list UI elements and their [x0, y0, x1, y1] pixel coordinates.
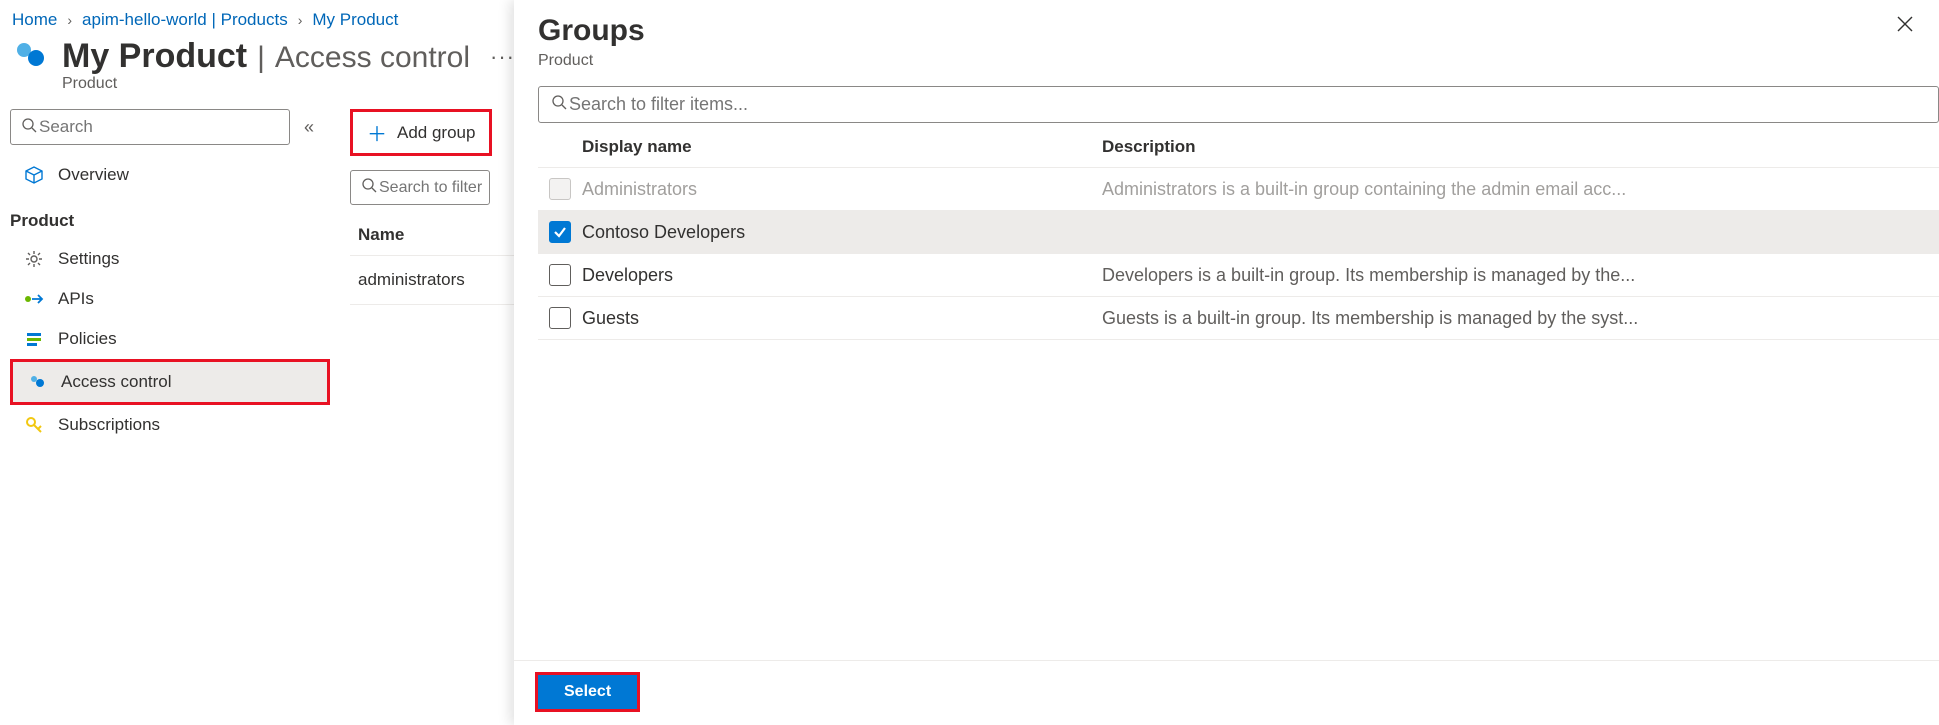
- page-title: My Product: [62, 37, 247, 76]
- nav-policies[interactable]: Policies: [10, 319, 330, 359]
- nav-label: Overview: [58, 165, 129, 185]
- panel-search[interactable]: [538, 86, 1939, 123]
- nav-label: APIs: [58, 289, 94, 309]
- chevron-right-icon: ›: [67, 12, 72, 28]
- nav-access-control[interactable]: Access control: [10, 359, 330, 405]
- nav-label: Subscriptions: [58, 415, 160, 435]
- plus-icon: ＋: [367, 118, 387, 147]
- breadcrumb-level2[interactable]: My Product: [312, 10, 398, 30]
- product-icon: [12, 36, 48, 77]
- group-description: Administrators is a built-in group conta…: [1102, 179, 1939, 200]
- key-icon: [24, 415, 44, 435]
- group-row-administrators: Administrators Administrators is a built…: [538, 168, 1939, 211]
- search-icon: [551, 94, 567, 115]
- nav-label: Settings: [58, 249, 119, 269]
- nav-settings[interactable]: Settings: [10, 239, 330, 279]
- group-description: Guests is a built-in group. Its membersh…: [1102, 308, 1939, 329]
- nav-subscriptions[interactable]: Subscriptions: [10, 405, 330, 445]
- content-filter-search[interactable]: [350, 170, 490, 205]
- nav-overview[interactable]: Overview: [10, 155, 330, 195]
- checkbox: [549, 178, 571, 200]
- group-row-guests[interactable]: Guests Guests is a built-in group. Its m…: [538, 297, 1939, 340]
- page-title-separator: |: [257, 41, 265, 75]
- content-filter-input[interactable]: [377, 178, 490, 198]
- arrow-right-icon: [24, 289, 44, 309]
- panel-subtitle: Product: [514, 52, 1939, 86]
- breadcrumb-level1[interactable]: apim-hello-world | Products: [82, 10, 288, 30]
- group-name: Guests: [582, 308, 1102, 329]
- add-group-label: Add group: [397, 123, 475, 143]
- panel-title: Groups: [538, 14, 645, 48]
- gear-icon: [24, 249, 44, 269]
- chevron-right-icon: ›: [298, 12, 303, 28]
- group-row-developers[interactable]: Developers Developers is a built-in grou…: [538, 254, 1939, 297]
- close-button[interactable]: [1895, 14, 1915, 39]
- group-name: Developers: [582, 265, 1102, 286]
- panel-footer: Select: [514, 660, 1939, 725]
- group-description: Developers is a built-in group. Its memb…: [1102, 265, 1939, 286]
- column-header-description[interactable]: Description: [1102, 137, 1939, 157]
- people-icon: [27, 372, 47, 392]
- nav-section-product: Product: [10, 195, 330, 239]
- nav-apis[interactable]: APIs: [10, 279, 330, 319]
- collapse-nav-button[interactable]: «: [304, 117, 314, 138]
- group-name: Contoso Developers: [582, 222, 1102, 243]
- checkbox[interactable]: [549, 307, 571, 329]
- groups-panel: Groups Product Display name Description …: [514, 0, 1939, 725]
- add-group-button[interactable]: ＋ Add group: [350, 109, 492, 156]
- checkbox[interactable]: [549, 221, 571, 243]
- column-header-display-name[interactable]: Display name: [582, 137, 1102, 157]
- group-row-contoso-developers[interactable]: Contoso Developers: [538, 211, 1939, 254]
- policies-icon: [24, 329, 44, 349]
- groups-picker-table: Display name Description Administrators …: [538, 127, 1939, 340]
- nav-search[interactable]: [10, 109, 290, 145]
- page-title-section: Access control: [275, 41, 470, 75]
- select-button[interactable]: Select: [538, 675, 637, 709]
- search-icon: [21, 117, 37, 138]
- nav-label: Access control: [61, 372, 172, 392]
- nav-label: Policies: [58, 329, 117, 349]
- group-name: Administrators: [582, 179, 1102, 200]
- breadcrumb-home[interactable]: Home: [12, 10, 57, 30]
- search-icon: [361, 177, 377, 198]
- panel-search-input[interactable]: [567, 93, 1926, 116]
- nav-search-input[interactable]: [37, 116, 279, 138]
- checkbox[interactable]: [549, 264, 571, 286]
- cube-icon: [24, 165, 44, 185]
- left-nav: « Overview Product Settings APIs Poli: [0, 103, 330, 445]
